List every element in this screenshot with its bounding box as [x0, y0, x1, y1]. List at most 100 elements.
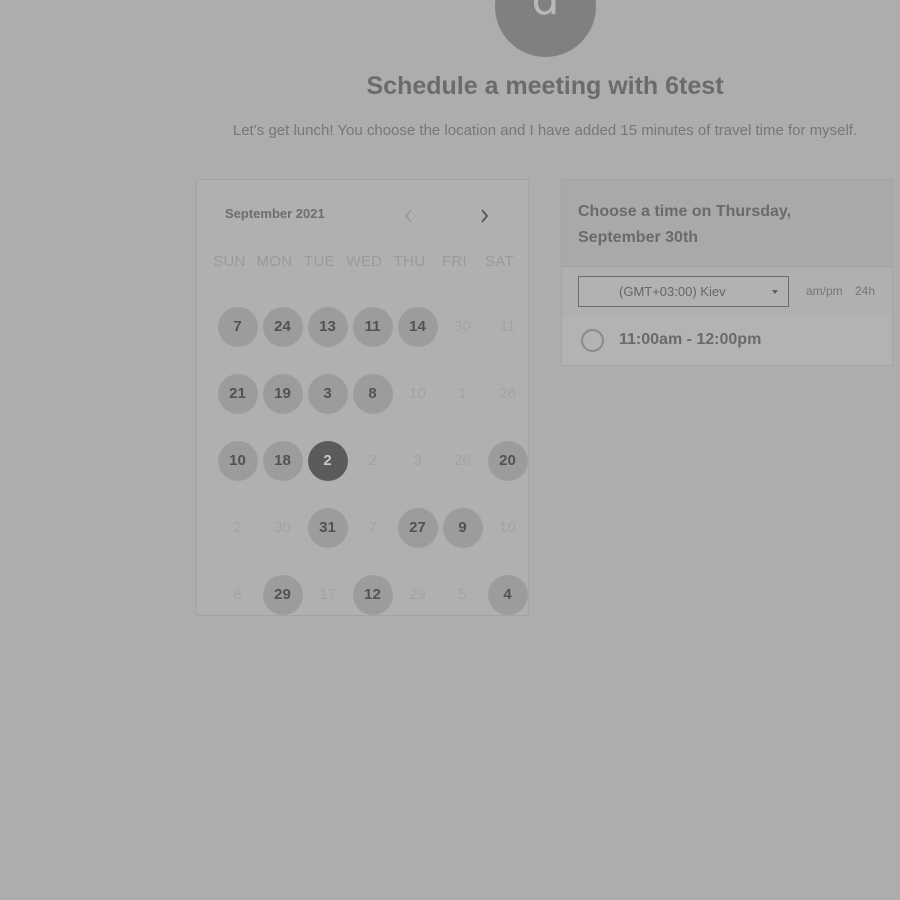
calendar-day-number: 9 — [442, 507, 483, 548]
calendar-day: 29 — [395, 575, 440, 615]
calendar-day[interactable]: 14 — [395, 306, 440, 347]
caret-down-icon — [772, 290, 778, 294]
time-selection-panel: Choose a time on Thursday, September 30t… — [561, 179, 893, 366]
previous-month-button[interactable] — [399, 206, 419, 226]
calendar-day-number: 11 — [499, 318, 516, 335]
calendar-day-number: 26 — [454, 452, 471, 469]
calendar-day[interactable]: 18 — [260, 440, 305, 481]
calendar-week-row: 7 24 13 11 14 30 11 — [215, 293, 530, 360]
next-month-button[interactable] — [474, 206, 494, 226]
timezone-value: (GMT+03:00) Kiev — [619, 284, 726, 299]
calendar-day[interactable]: 24 — [260, 306, 305, 347]
calendar-day-number: 29 — [262, 574, 303, 615]
calendar-day: 8 — [215, 575, 260, 615]
time-format-24h-toggle[interactable]: 24h — [855, 284, 875, 298]
calendar-day: 11 — [485, 307, 530, 347]
calendar-day-number: 27 — [397, 507, 438, 548]
weekday-label: THU — [393, 253, 426, 270]
calendar-day[interactable]: 9 — [440, 507, 485, 548]
radio-button-icon[interactable] — [581, 329, 604, 352]
calendar-day-number: 3 — [307, 373, 348, 414]
calendar-day: 10 — [395, 374, 440, 414]
calendar-day-number: 17 — [319, 586, 336, 603]
calendar-day-number: 8 — [352, 373, 393, 414]
calendar-day: 30 — [260, 508, 305, 548]
time-format-ampm-toggle[interactable]: am/pm — [806, 284, 843, 298]
calendar-day-selected[interactable]: 2 — [305, 440, 350, 481]
calendar-day[interactable]: 12 — [350, 574, 395, 615]
calendar-day[interactable]: 27 — [395, 507, 440, 548]
calendar-day-number: 2 — [233, 519, 242, 536]
calendar-day-number: 10 — [409, 385, 426, 402]
calendar-day[interactable]: 19 — [260, 373, 305, 414]
calendar-week-row: 10 18 2 2 3 26 20 — [215, 427, 530, 494]
calendar-day-number: 26 — [499, 385, 516, 402]
host-avatar: d — [495, 0, 596, 57]
meeting-description: Let’s get lunch! You choose the location… — [232, 122, 858, 139]
calendar-day-number: 2 — [307, 440, 348, 481]
calendar-day[interactable]: 13 — [305, 306, 350, 347]
calendar-day-number: 30 — [274, 519, 291, 536]
calendar-day-number: 8 — [233, 586, 242, 603]
calendar-day-number: 24 — [262, 306, 303, 347]
calendar-day: 10 — [485, 508, 530, 548]
calendar-day: 2 — [215, 508, 260, 548]
calendar-day[interactable]: 29 — [260, 574, 305, 615]
calendar-day[interactable]: 10 — [215, 440, 260, 481]
calendar-day-number: 13 — [307, 306, 348, 347]
chevron-right-icon — [481, 209, 489, 223]
calendar-day-number: 2 — [368, 452, 377, 469]
calendar-day[interactable]: 8 — [350, 373, 395, 414]
calendar-day: 3 — [395, 441, 440, 481]
calendar-day-number: 10 — [217, 440, 258, 481]
page-title: Schedule a meeting with 6test — [366, 72, 724, 100]
calendar-day-number: 7 — [217, 306, 258, 347]
calendar-day[interactable]: 3 — [305, 373, 350, 414]
calendar-day-number: 31 — [307, 507, 348, 548]
calendar-day: 1 — [440, 374, 485, 414]
time-panel-header: Choose a time on Thursday, September 30t… — [562, 180, 892, 267]
time-panel-heading: Choose a time on Thursday, September 30t… — [578, 203, 792, 246]
weekday-label: SUN — [213, 253, 246, 270]
calendar-week-row: 21 19 3 8 10 1 26 — [215, 360, 530, 427]
weekday-label: FRI — [441, 253, 468, 270]
calendar-day: 17 — [305, 575, 350, 615]
calendar-day-number: 3 — [413, 452, 422, 469]
weekday-label: WED — [346, 253, 383, 270]
time-slot-option[interactable]: 11:00am - 12:00pm — [562, 317, 892, 365]
calendar-day-number: 7 — [368, 519, 377, 536]
calendar-day[interactable]: 4 — [485, 574, 530, 615]
calendar-day-number: 1 — [458, 385, 467, 402]
time-slot-label: 11:00am - 12:00pm — [619, 331, 762, 348]
calendar-day-number: 12 — [352, 574, 393, 615]
calendar-day: 26 — [485, 374, 530, 414]
chevron-left-icon — [404, 209, 412, 223]
timezone-select[interactable]: (GMT+03:00) Kiev — [578, 276, 789, 307]
calendar-day-number: 11 — [352, 306, 393, 347]
calendar-month-label: September 2021 — [225, 206, 325, 221]
calendar-day: 5 — [440, 575, 485, 615]
calendar-day-number: 19 — [262, 373, 303, 414]
weekday-label: TUE — [304, 253, 335, 270]
calendar-week-row: 8 29 17 12 29 5 4 — [215, 561, 530, 628]
calendar-day[interactable]: 21 — [215, 373, 260, 414]
calendar-day-number: 18 — [262, 440, 303, 481]
calendar-day: 26 — [440, 441, 485, 481]
calendar-day[interactable]: 7 — [215, 306, 260, 347]
calendar-day: 30 — [440, 307, 485, 347]
date-picker-calendar: September 2021 SUN MON TUE WED THU FRI SAT 7 24… — [196, 179, 529, 616]
calendar-day-number: 20 — [487, 440, 528, 481]
calendar-day-number: 10 — [499, 519, 516, 536]
calendar-day[interactable]: 11 — [350, 306, 395, 347]
calendar-day-number: 5 — [458, 586, 467, 603]
calendar-day-number: 4 — [487, 574, 528, 615]
calendar-day-number: 30 — [454, 318, 471, 335]
weekday-header: SUN MON TUE WED THU FRI SAT — [207, 253, 522, 270]
calendar-day: 2 — [350, 441, 395, 481]
calendar-day-number: 29 — [409, 586, 426, 603]
calendar-day-number: 21 — [217, 373, 258, 414]
calendar-day-grid: 7 24 13 11 14 30 11 21 19 3 8 10 1 26 10 18 2 2 3 26 20 2 30 31… — [215, 293, 530, 628]
calendar-day: 7 — [350, 508, 395, 548]
calendar-day[interactable]: 31 — [305, 507, 350, 548]
calendar-day[interactable]: 20 — [485, 440, 530, 481]
